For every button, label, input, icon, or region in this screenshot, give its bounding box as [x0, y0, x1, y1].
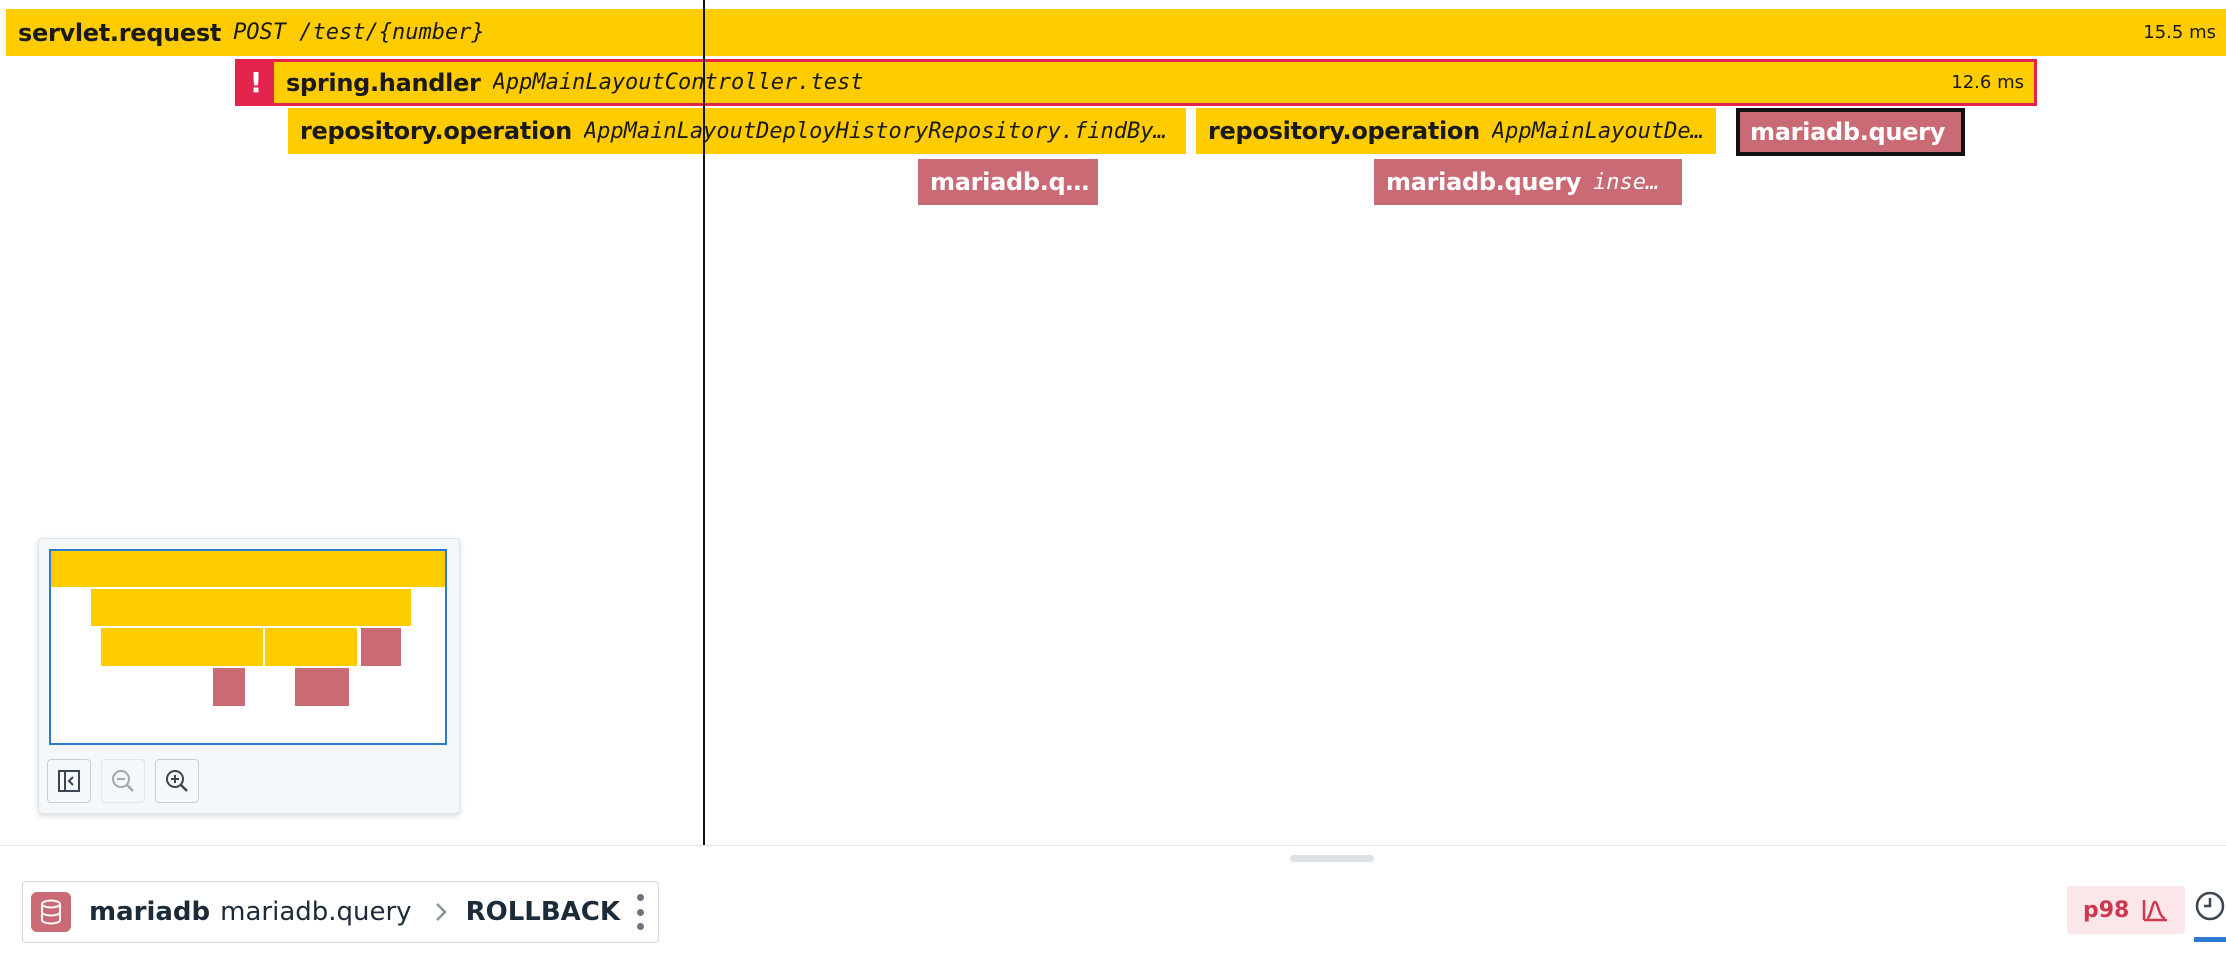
span-resource-name: AppMainLayoutDeployHistoryRepository.fin… — [583, 118, 1174, 144]
minimap-controls — [47, 759, 199, 803]
zoom-out-icon — [112, 770, 134, 792]
breadcrumb-operation: mariadb.query — [220, 897, 412, 927]
zoom-in-icon — [166, 770, 188, 792]
span-mariadb-query-insert[interactable]: mariadb.query insert… — [1374, 159, 1682, 205]
flame-graph[interactable]: servlet.request POST /test/{number} 15.5… — [0, 0, 2226, 845]
span-service-name: mariadb.q… — [930, 168, 1090, 196]
collapse-minimap-button[interactable] — [47, 759, 91, 803]
zoom-in-button[interactable] — [155, 759, 199, 803]
p98-latency-badge[interactable]: p98 — [2067, 886, 2186, 934]
zoom-out-button[interactable] — [101, 759, 145, 803]
resize-handle[interactable] — [1290, 855, 1374, 862]
span-service-name: mariadb.query — [1750, 118, 1946, 146]
span-resource-name: AppMainLayoutDep… — [1491, 118, 1704, 144]
latency-distribution-icon — [2143, 900, 2168, 922]
minimap-span-db-insert — [295, 668, 349, 706]
minimap-span-db-selected — [361, 628, 401, 666]
span-service-name: repository.operation — [300, 117, 572, 145]
span-service-name: mariadb.query — [1386, 168, 1582, 196]
clock-icon — [2195, 891, 2225, 921]
span-service-name: servlet.request — [18, 18, 222, 47]
minimap-span-servlet — [51, 551, 445, 587]
minimap-span-repo-deploy — [265, 628, 357, 666]
minimap-span-handler — [91, 589, 411, 626]
span-spring-handler[interactable]: ! spring.handler AppMainLayoutController… — [235, 59, 2037, 106]
span-resource-name: POST /test/{number} — [233, 20, 485, 45]
span-mariadb-query-selected[interactable]: mariadb.query … — [1736, 108, 1965, 156]
span-mariadb-query-find[interactable]: mariadb.q… — [918, 159, 1098, 205]
span-duration: 12.6 ms — [1951, 72, 2024, 93]
span-service-name: spring.handler — [286, 68, 481, 97]
more-options-icon[interactable] — [634, 894, 646, 930]
span-resource-name: insert… — [1593, 169, 1670, 195]
active-tab-indicator — [2194, 937, 2226, 942]
minimap-viewport[interactable] — [49, 549, 447, 745]
database-icon — [31, 892, 71, 932]
span-breadcrumb[interactable]: mariadb mariadb.query ROLLBACK — [22, 881, 660, 943]
span-details-bar: mariadb mariadb.query ROLLBACK p98 — [0, 845, 2226, 973]
minimap-span-db-find — [213, 668, 245, 706]
span-duration: 15.5 ms — [2143, 22, 2216, 43]
span-service-name: repository.operation — [1208, 117, 1480, 145]
span-servlet-request[interactable]: servlet.request POST /test/{number} 15.5… — [6, 9, 2226, 56]
time-cursor-line — [703, 0, 705, 845]
minimap-span-repo-find — [101, 628, 263, 666]
breadcrumb-resource: ROLLBACK — [465, 897, 621, 927]
chevron-right-icon — [434, 901, 448, 923]
span-resource-name: AppMainLayoutController.test — [492, 70, 864, 95]
history-tab[interactable] — [2190, 886, 2226, 942]
collapse-panel-icon — [58, 770, 80, 792]
span-repository-operation-find[interactable]: repository.operation AppMainLayoutDeploy… — [288, 108, 1186, 154]
p98-label: p98 — [2083, 897, 2130, 923]
minimap[interactable] — [38, 538, 460, 814]
span-repository-operation-deploy[interactable]: repository.operation AppMainLayoutDep… — [1196, 108, 1716, 154]
breadcrumb-service: mariadb — [89, 897, 211, 927]
error-icon: ! — [238, 62, 274, 103]
